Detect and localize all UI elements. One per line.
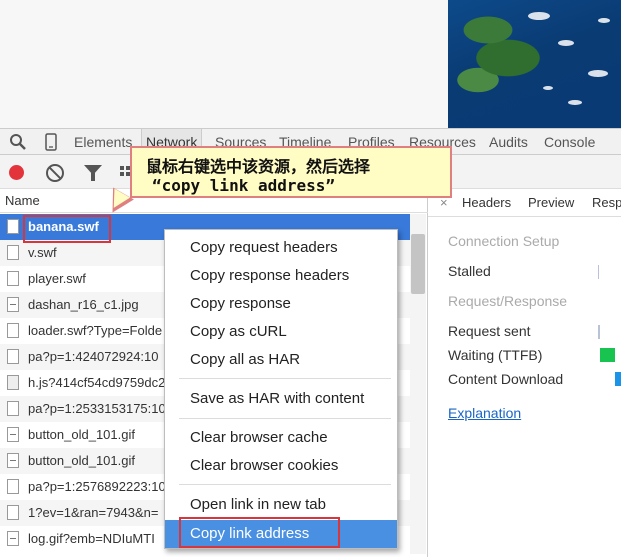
request-sent-marker [598,325,600,339]
tab-elements[interactable]: Elements [74,129,132,155]
menu-item-open-link-new-tab[interactable]: Open link in new tab [165,493,397,517]
menu-item-save-as-har[interactable]: Save as HAR with content [165,387,397,411]
annotation-highlight-copy-link [179,517,340,548]
request-name: pa?p=1:2576892223:10 [28,479,166,494]
request-detail-panel: × Headers Preview Resp Connection Setup … [428,189,621,557]
request-name: player.swf [28,271,86,286]
file-icon [7,323,19,338]
satellite-map-image [448,0,621,128]
menu-item-copy-as-curl[interactable]: Copy as cURL [165,320,397,344]
image-file-icon [7,453,19,468]
tab-console[interactable]: Console [544,129,595,155]
menu-item-copy-response-headers[interactable]: Copy response headers [165,264,397,288]
image-file-icon [7,297,19,312]
file-icon [7,245,19,260]
request-name: h.js?414cf54cd9759dc2 [28,375,166,390]
tab-response[interactable]: Resp [592,195,621,210]
file-icon [7,219,19,234]
section-request-response: Request/Response [448,293,568,309]
record-icon[interactable] [9,165,24,180]
annotation-highlight-selected-row [23,215,111,243]
request-name: pa?p=1:424072924:10 [28,349,159,364]
image-file-icon [7,531,19,546]
file-icon [7,349,19,364]
request-name: log.gif?emb=NDIuMTI [28,531,155,546]
callout-instruction: 鼠标右键选中该资源，然后选择 [146,157,371,176]
timing-waiting: Waiting (TTFB) [448,347,543,363]
request-name: pa?p=1:2533153175:10 [28,401,166,416]
menu-item-copy-response[interactable]: Copy response [165,292,397,316]
menu-separator [179,484,391,485]
request-name: loader.swf?Type=Folde [28,323,163,338]
menu-separator [179,418,391,419]
detail-tab-bar: × Headers Preview Resp [428,189,621,217]
callout-command: “copy link address” [152,176,336,195]
tab-preview[interactable]: Preview [528,195,574,210]
filter-icon[interactable] [84,165,102,181]
context-menu: Copy request headers Copy response heade… [164,229,398,549]
request-name: button_old_101.gif [28,453,135,468]
menu-item-clear-cookies[interactable]: Clear browser cookies [165,454,397,478]
waiting-bar [600,348,615,362]
timing-stalled: Stalled [448,263,491,279]
menu-separator [179,378,391,379]
menu-item-copy-all-as-har[interactable]: Copy all as HAR [165,348,397,372]
file-icon [7,479,19,494]
download-bar [615,372,621,386]
view-list-icon[interactable] [120,166,130,176]
stalled-marker [598,265,599,279]
timing-content-download: Content Download [448,371,564,387]
clear-icon[interactable] [46,164,64,182]
request-name: dashan_r16_c1.jpg [28,297,139,312]
tab-audits[interactable]: Audits [489,129,528,155]
page-preview-area [0,0,621,128]
request-name: v.swf [28,245,57,260]
file-icon [7,401,19,416]
scrollbar-thumb[interactable] [411,234,425,294]
image-file-icon [7,427,19,442]
script-file-icon [7,375,19,390]
file-icon [7,271,19,286]
menu-item-copy-request-headers[interactable]: Copy request headers [165,236,397,260]
request-name: button_old_101.gif [28,427,135,442]
file-icon [7,505,19,520]
device-mode-icon[interactable] [42,133,60,151]
section-connection-setup: Connection Setup [448,233,560,249]
menu-item-clear-cache[interactable]: Clear browser cache [165,426,397,450]
timing-request-sent: Request sent [448,323,531,339]
inspect-search-icon[interactable] [9,133,27,151]
request-name: 1?ev=1&ran=7943&n= [28,505,159,520]
tab-headers[interactable]: Headers [462,195,511,210]
explanation-link[interactable]: Explanation [448,405,521,421]
annotation-callout: 鼠标右键选中该资源，然后选择 “copy link address” [130,146,452,198]
